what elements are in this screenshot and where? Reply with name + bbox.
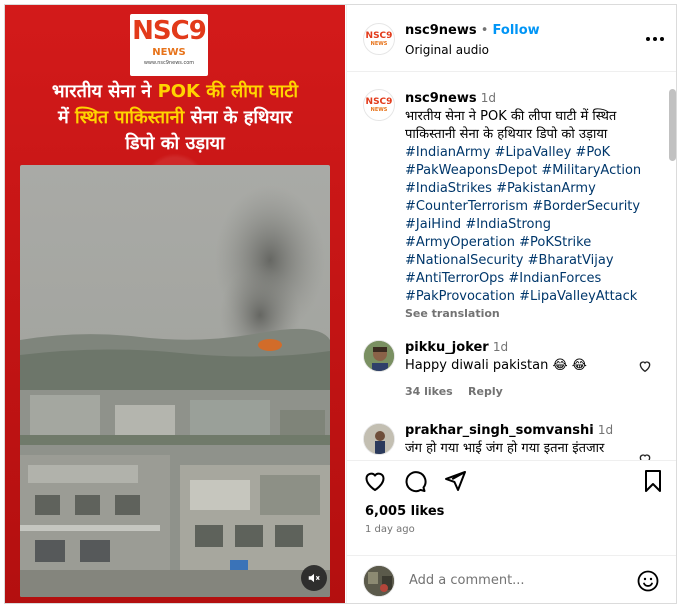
comment-text: Happy diwali pakistan 😂 😂 xyxy=(405,358,587,373)
hashtag-link[interactable]: #PakWeaponsDepot xyxy=(405,163,537,178)
hashtag-link[interactable]: #LipaValleyAttack xyxy=(519,289,637,304)
header-author-line: nsc9news • Follow xyxy=(405,23,540,38)
video-scene xyxy=(20,165,330,597)
caption-age: 1d xyxy=(480,91,496,105)
comment-likes[interactable]: 34 likes xyxy=(405,385,453,398)
comment-username[interactable]: pikku_joker xyxy=(405,340,489,355)
post-timestamp: 1 day ago xyxy=(365,524,415,535)
hashtag-link[interactable]: #IndiaStrong xyxy=(465,217,551,232)
hashtag-link[interactable]: #PoKStrike xyxy=(519,235,591,250)
hashtag-link[interactable]: #IndianForces xyxy=(508,271,601,286)
user-photo-icon xyxy=(364,566,394,596)
hashtag-link[interactable]: #MilitaryAction xyxy=(541,163,641,178)
post-caption: nsc9news 1d भारतीय सेना ने POK की लीपा घ… xyxy=(405,89,661,323)
comment-item: pikku_joker 1d Happy diwali pakistan 😂 😂… xyxy=(405,338,657,401)
hashtag-link[interactable]: #CounterTerrorism xyxy=(405,199,528,214)
user-photo-icon xyxy=(364,341,394,371)
headline-text: सेना के हथियार xyxy=(184,107,292,128)
hashtag-link[interactable]: #NationalSecurity xyxy=(405,253,523,268)
see-translation-link[interactable]: See translation xyxy=(405,305,661,323)
headline-highlight: स्थित पाकिस्तानी xyxy=(75,107,185,128)
headline-text: भारतीय सेना ने xyxy=(51,81,158,102)
save-bookmark-icon[interactable] xyxy=(641,469,665,493)
share-send-icon[interactable] xyxy=(443,469,467,493)
comment-bubble-icon[interactable] xyxy=(403,469,427,493)
hashtag-link[interactable]: #LipaValley xyxy=(495,145,572,160)
hashtag-link[interactable]: #BharatVijay xyxy=(528,253,614,268)
commenter-avatar[interactable] xyxy=(363,340,395,372)
mute-toggle-button[interactable] xyxy=(301,565,327,591)
commenter-avatar[interactable] xyxy=(363,423,395,455)
comments-feed[interactable]: NSC9 NEWS nsc9news 1d भारतीय सेना ने POK … xyxy=(347,73,676,460)
hashtag-link[interactable]: #PakistanArmy xyxy=(496,181,596,196)
hashtag-link[interactable]: #ArmyOperation xyxy=(405,235,515,250)
post-actions-bar: 6,005 likes 1 day ago xyxy=(347,460,676,550)
comment-reply-button[interactable]: Reply xyxy=(468,385,503,398)
instagram-post-modal: NSC9 NEWS www.nsc9news.com भारतीय सेना न… xyxy=(4,4,677,604)
post-media[interactable]: NSC9 NEWS www.nsc9news.com भारतीय सेना न… xyxy=(5,5,345,603)
nsc9-news-logo: NSC9 NEWS www.nsc9news.com xyxy=(130,14,208,76)
comment-username[interactable]: prakhar_singh_somvanshi xyxy=(405,423,594,438)
follow-button[interactable]: Follow xyxy=(493,23,540,38)
hashtag-link[interactable]: #AntiTerrorOps xyxy=(405,271,504,286)
comment-age: 1d xyxy=(597,423,614,437)
separator-dot: • xyxy=(480,23,489,38)
emoji-icon[interactable] xyxy=(636,569,660,593)
add-comment-bar: Add a comment... xyxy=(347,555,676,603)
current-user-avatar xyxy=(363,565,395,597)
comment-item: prakhar_singh_somvanshi 1d जंग हो गया भा… xyxy=(405,421,657,458)
audio-label[interactable]: Original audio xyxy=(405,43,489,57)
feed-scrollbar[interactable] xyxy=(669,89,676,161)
logo-sub-text: NEWS xyxy=(152,47,186,58)
headline-highlight: POK की लीपा घाटी xyxy=(157,81,299,102)
logo-url-text: www.nsc9news.com xyxy=(143,60,195,66)
post-side-panel: NSC9 NEWS nsc9news • Follow Original audi… xyxy=(346,5,676,603)
caption-hashtags: #IndianArmy #LipaValley #PoK #PakWeapons… xyxy=(405,144,661,306)
hashtag-link[interactable]: #PakProvocation xyxy=(405,289,515,304)
more-options-button[interactable] xyxy=(643,29,667,49)
caption-username[interactable]: nsc9news xyxy=(405,91,477,106)
hashtag-link[interactable]: #IndiaStrikes xyxy=(405,181,492,196)
hashtag-link[interactable]: #JaiHind xyxy=(405,217,461,232)
author-avatar[interactable]: NSC9 NEWS xyxy=(363,23,395,55)
caption-avatar[interactable]: NSC9 NEWS xyxy=(363,89,395,121)
media-headline: भारतीय सेना ने POK की लीपा घाटी में स्थि… xyxy=(17,79,333,157)
hashtag-link[interactable]: #IndianArmy xyxy=(405,145,490,160)
post-like-count[interactable]: 6,005 likes xyxy=(365,504,444,519)
headline-text: डिपो को उड़ाया xyxy=(125,133,225,154)
headline-text: में xyxy=(58,107,76,128)
more-horizontal-icon xyxy=(646,37,650,41)
video-frame[interactable] xyxy=(20,165,330,597)
caption-text: भारतीय सेना ने POK की लीपा घाटी में स्थि… xyxy=(405,109,617,142)
comment-text: जंग हो गया भाई जंग हो गया इतना इंतजार xyxy=(405,441,605,456)
author-username[interactable]: nsc9news xyxy=(405,23,477,38)
comment-like-heart-icon[interactable] xyxy=(637,358,653,374)
post-header: NSC9 NEWS nsc9news • Follow Original audi… xyxy=(347,5,676,72)
logo-main-text: NSC9 xyxy=(132,16,207,46)
add-comment-input[interactable]: Add a comment... xyxy=(409,573,525,588)
like-heart-icon[interactable] xyxy=(363,469,387,493)
hashtag-link[interactable]: #BorderSecurity xyxy=(532,199,640,214)
hashtag-link[interactable]: #PoK xyxy=(575,145,610,160)
comment-like-heart-icon[interactable] xyxy=(637,451,653,460)
comment-age: 1d xyxy=(492,340,509,354)
user-photo-icon xyxy=(364,424,394,454)
speaker-muted-icon xyxy=(308,573,320,583)
